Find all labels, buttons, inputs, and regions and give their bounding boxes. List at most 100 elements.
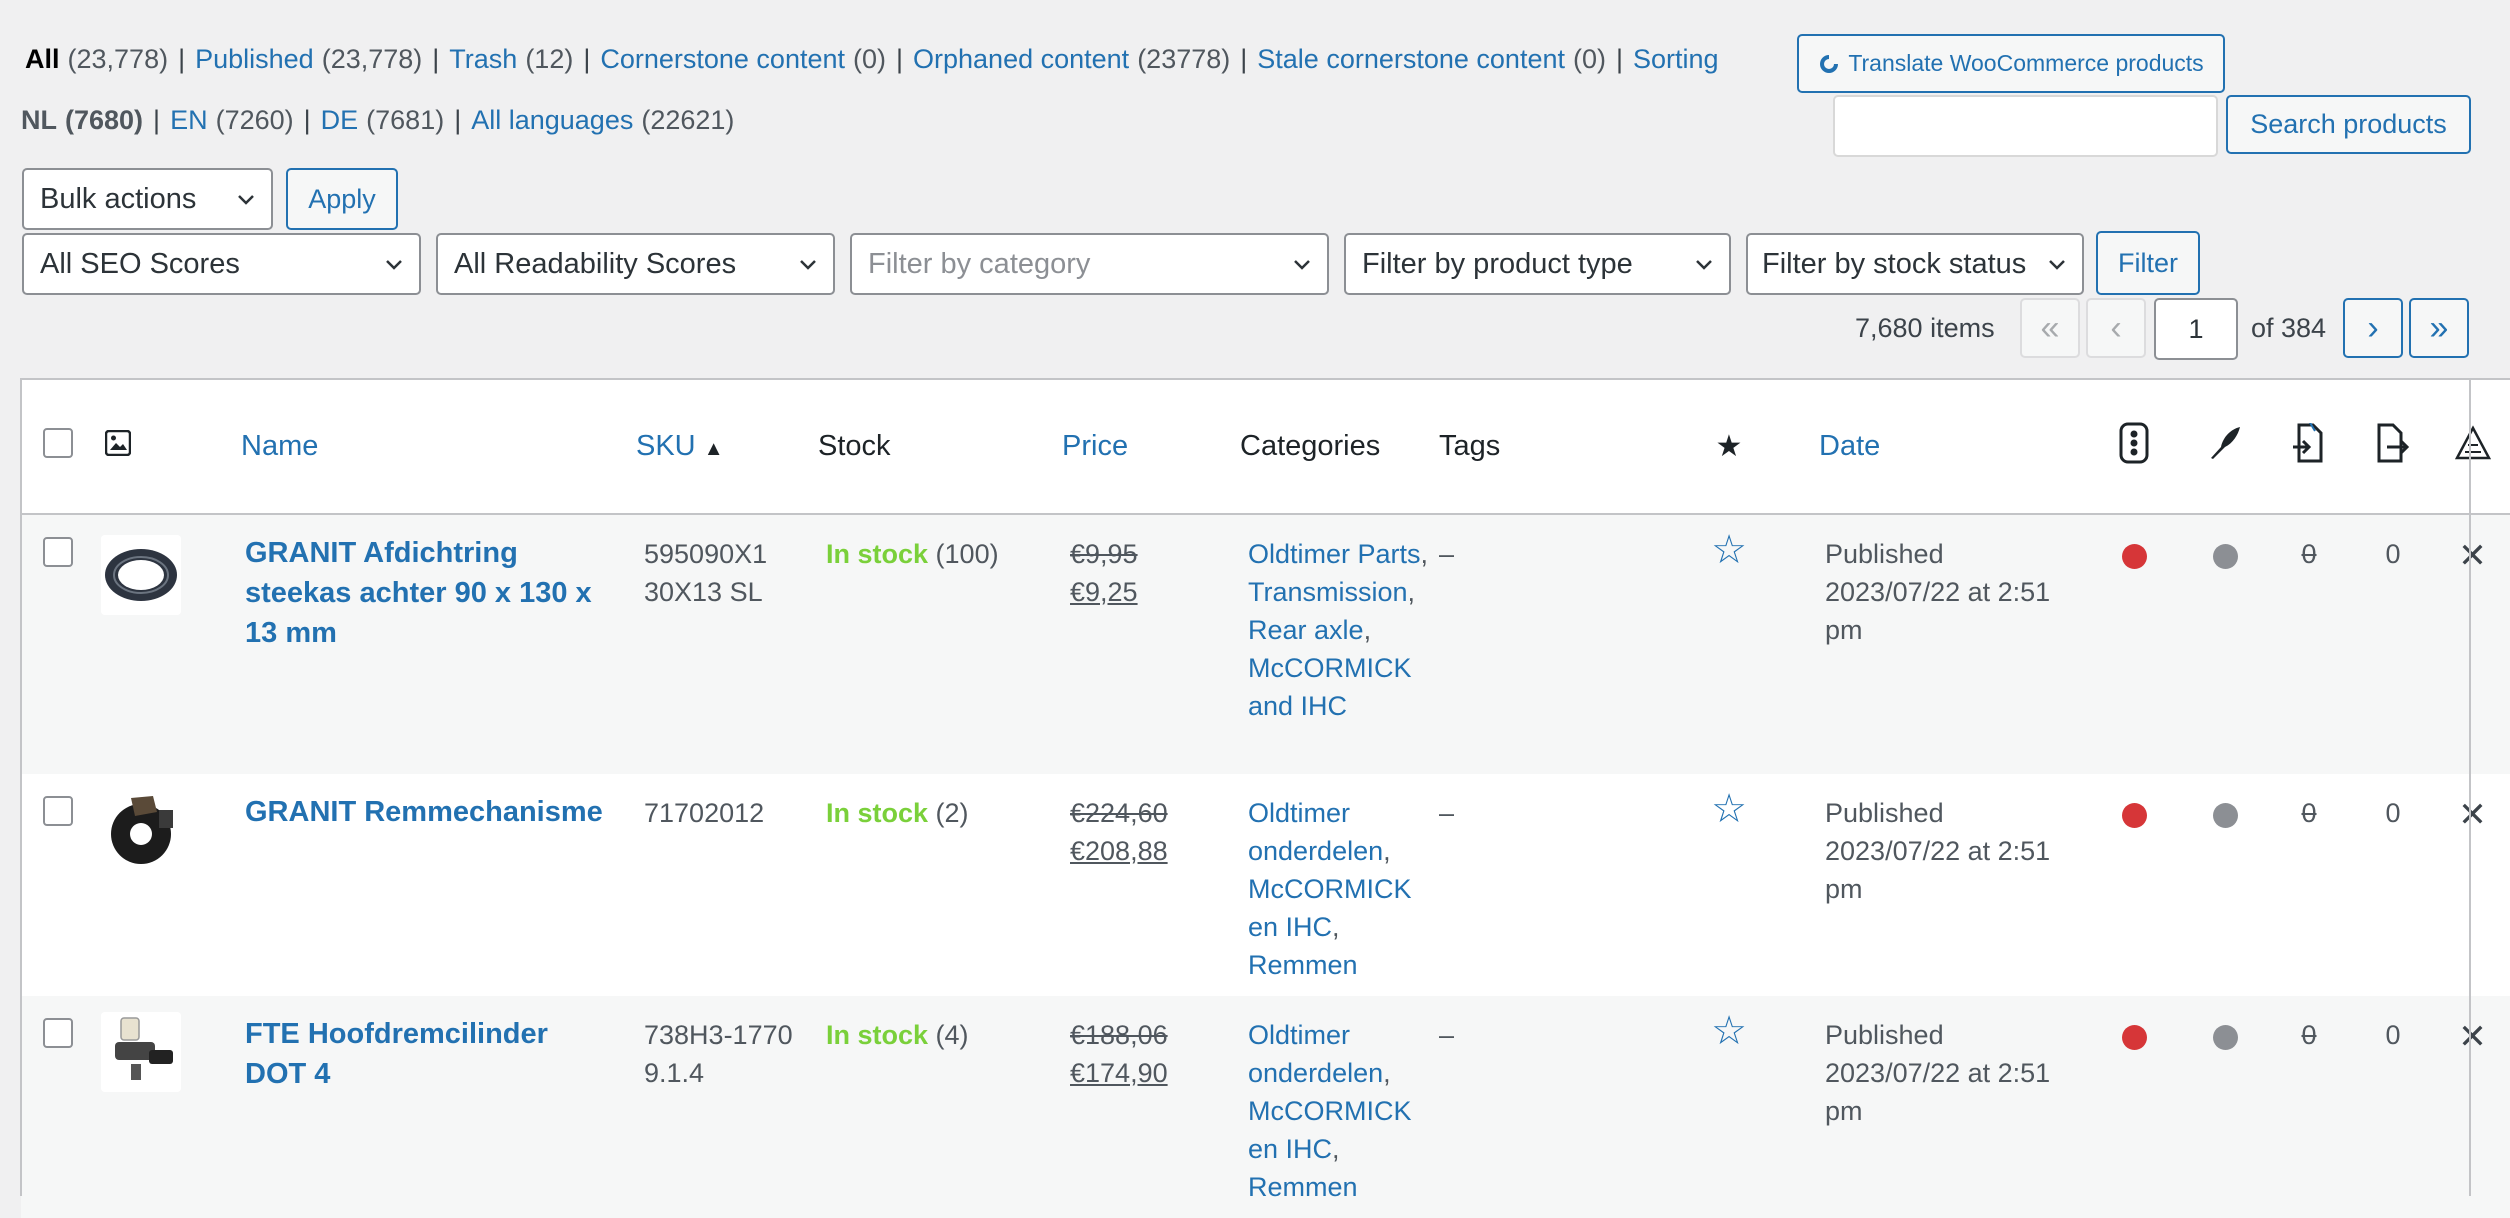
featured-cell: ☆	[1639, 774, 1819, 996]
lang-en[interactable]: EN	[170, 105, 208, 136]
seo-score-dot	[2121, 803, 2147, 828]
column-price[interactable]: Price	[1062, 379, 1240, 514]
thumb-column-header	[101, 379, 241, 514]
column-sku-label[interactable]: SKU	[636, 430, 696, 462]
category-link[interactable]: Remmen	[1248, 950, 1358, 980]
links-out-count: 0	[2385, 1020, 2401, 1050]
column-readability	[2183, 379, 2267, 514]
product-name-link[interactable]: GRANIT Remmechanisme	[245, 796, 603, 828]
date-value: 2023/07/22 at 2:51 pm	[1825, 836, 2051, 904]
first-page-button[interactable]: «	[2020, 298, 2080, 358]
category-link[interactable]: Transmission	[1248, 577, 1408, 607]
sku-cell: 595090X1 30X13 SL	[644, 539, 768, 607]
translate-cell: ✕	[2435, 774, 2510, 996]
links-in-count: 0	[2301, 798, 2317, 828]
stock-status-filter[interactable]: Filter by stock status	[1746, 233, 2084, 295]
row-checkbox[interactable]	[43, 796, 73, 826]
translate-cell: ✕	[2435, 514, 2510, 774]
last-page-button[interactable]: »	[2409, 298, 2469, 358]
incoming-links-icon	[2293, 419, 2323, 462]
lang-all[interactable]: All languages	[471, 105, 633, 136]
category-link[interactable]: Oldtimer Parts	[1248, 539, 1421, 569]
row-checkbox[interactable]	[43, 537, 73, 567]
current-page-input[interactable]: 1	[2154, 298, 2238, 360]
view-orphaned[interactable]: Orphaned content	[913, 44, 1129, 75]
readability-cell	[2183, 996, 2267, 1218]
column-sku[interactable]: SKU ▲	[636, 379, 818, 514]
star-outline-icon[interactable]: ☆	[1711, 1009, 1747, 1053]
separator: |	[153, 105, 161, 135]
category-link[interactable]: Remmen	[1248, 1172, 1358, 1202]
category-link[interactable]: McCORMICK and IHC	[1248, 653, 1412, 721]
view-cornerstone[interactable]: Cornerstone content	[600, 44, 845, 75]
column-price-label[interactable]: Price	[1062, 430, 1128, 462]
seo-score-dot	[2121, 544, 2147, 569]
category-link[interactable]: Rear axle	[1248, 615, 1364, 645]
readability-score-filter[interactable]: All Readability Scores	[436, 233, 835, 295]
apply-button[interactable]: Apply	[286, 168, 398, 230]
price-cell: €9,95 €9,25	[1062, 514, 1240, 774]
links-in-count: 0	[2301, 1020, 2317, 1050]
next-page-button[interactable]: ›	[2343, 298, 2403, 358]
date-cell: Published 2023/07/22 at 2:51 pm	[1819, 514, 2085, 774]
regular-price: €9,95	[1070, 539, 1138, 569]
previous-page-button[interactable]: ‹	[2086, 298, 2146, 358]
row-checkbox[interactable]	[43, 1018, 73, 1048]
search-input[interactable]	[1833, 95, 2218, 157]
column-name[interactable]: Name	[241, 379, 636, 514]
column-date[interactable]: Date	[1819, 379, 2085, 514]
select-all-checkbox[interactable]	[43, 427, 73, 458]
category-link[interactable]: Oldtimer onderdelen	[1248, 1020, 1383, 1088]
view-stale-cornerstone[interactable]: Stale cornerstone content	[1257, 44, 1565, 75]
close-icon[interactable]: ✕	[2458, 537, 2487, 575]
category-link[interactable]: McCORMICK en IHC	[1248, 1096, 1412, 1164]
product-name-link[interactable]: FTE Hoofdremcilinder DOT 4	[245, 1018, 548, 1090]
close-icon[interactable]: ✕	[2458, 796, 2487, 834]
image-icon	[104, 429, 132, 456]
quill-icon	[2211, 426, 2240, 459]
separator: |	[178, 44, 186, 74]
view-count: (12)	[525, 44, 574, 74]
stock-cell: In stock (2)	[818, 774, 1062, 996]
product-thumbnail[interactable]	[101, 790, 181, 870]
date-status: Published	[1825, 1020, 1944, 1050]
readability-cell	[2183, 514, 2267, 774]
translate-woocommerce-button[interactable]: Translate WooCommerce products	[1797, 34, 2225, 93]
seo-cell	[2085, 996, 2183, 1218]
category-link[interactable]: McCORMICK en IHC	[1248, 874, 1412, 942]
lang-nl[interactable]: NL	[21, 105, 57, 136]
view-published[interactable]: Published	[195, 44, 314, 75]
view-trash[interactable]: Trash	[449, 44, 517, 75]
price-cell: €224,60 €208,88	[1062, 774, 1240, 996]
column-name-label[interactable]: Name	[241, 430, 318, 462]
star-outline-icon[interactable]: ☆	[1711, 787, 1747, 831]
lang-count: (22621)	[641, 105, 735, 135]
category-link[interactable]: Oldtimer onderdelen	[1248, 798, 1383, 866]
star-outline-icon[interactable]: ☆	[1711, 528, 1747, 572]
bulk-actions-select[interactable]: Bulk actions	[22, 168, 273, 230]
row-checkbox-cell	[21, 996, 101, 1218]
translate-icon	[1820, 54, 1839, 73]
stock-cell: In stock (4)	[818, 996, 1062, 1218]
view-all[interactable]: All	[25, 44, 60, 75]
separator: |	[1240, 44, 1248, 74]
row-checkbox-cell	[21, 514, 101, 774]
separator: |	[583, 44, 591, 74]
product-type-filter[interactable]: Filter by product type	[1344, 233, 1731, 295]
chevron-down-icon	[386, 260, 402, 270]
date-status: Published	[1825, 539, 1944, 569]
close-icon[interactable]: ✕	[2458, 1018, 2487, 1056]
view-sorting[interactable]: Sorting	[1633, 44, 1719, 75]
column-date-label[interactable]: Date	[1819, 430, 1880, 462]
category-filter[interactable]: Filter by category	[850, 233, 1329, 295]
product-thumbnail[interactable]	[101, 1012, 181, 1092]
product-thumbnail[interactable]	[101, 535, 181, 615]
search-products-button[interactable]: Search products	[2226, 95, 2471, 154]
seo-score-filter[interactable]: All SEO Scores	[22, 233, 421, 295]
filter-button[interactable]: Filter	[2096, 231, 2200, 295]
view-count: (0)	[1572, 44, 1606, 74]
date-value: 2023/07/22 at 2:51 pm	[1825, 577, 2051, 645]
product-name-link[interactable]: GRANIT Afdichtring steekas achter 90 x 1…	[245, 537, 592, 649]
lang-de[interactable]: DE	[321, 105, 359, 136]
sale-price: €208,88	[1070, 836, 1168, 866]
